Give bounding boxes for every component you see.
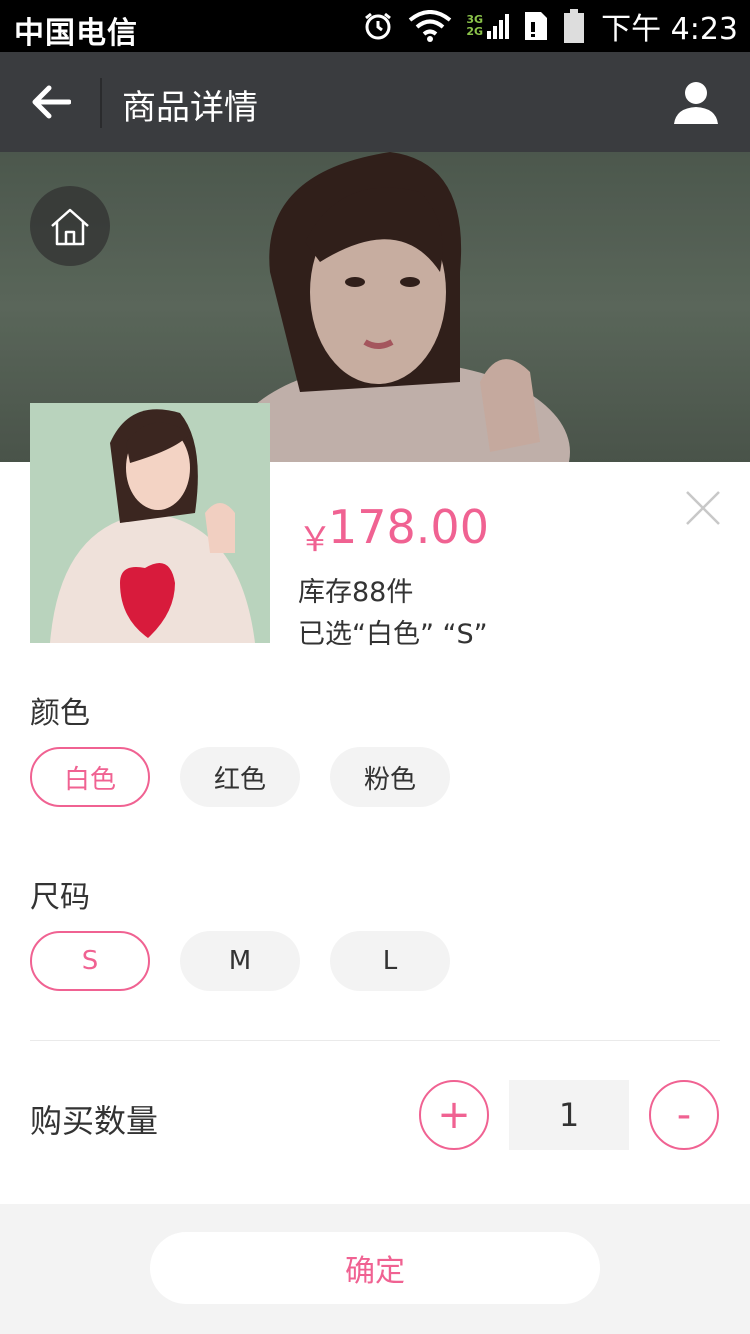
back-button[interactable]: [24, 77, 78, 127]
color-option-white[interactable]: 白色: [30, 747, 150, 807]
nav-divider: [100, 78, 102, 128]
selected-spec-text: 已选“白色” “S”: [298, 619, 488, 650]
nav-bar: 商品详情: [0, 52, 750, 152]
quantity-plus-button[interactable]: +: [419, 1080, 489, 1150]
sim-icon: [523, 10, 549, 42]
close-button[interactable]: [683, 488, 723, 528]
quantity-value[interactable]: 1: [509, 1080, 629, 1150]
home-icon: [51, 208, 89, 246]
user-button[interactable]: [672, 78, 720, 126]
size-option-s[interactable]: S: [30, 931, 150, 991]
price-currency: ￥: [298, 520, 332, 560]
color-option-pink[interactable]: 粉色: [330, 747, 450, 807]
price-value: 178.00: [328, 500, 489, 554]
network-2g-label: 2G: [466, 25, 484, 38]
wifi-icon: [408, 10, 452, 42]
alarm-icon: [362, 10, 394, 42]
size-section-title: 尺码: [30, 880, 90, 915]
color-option-red[interactable]: 红色: [180, 747, 300, 807]
close-icon: [686, 491, 720, 525]
signal-icon: 3G 2G: [466, 13, 510, 39]
page-title: 商品详情: [122, 88, 258, 128]
status-time: 下午 4:23: [601, 12, 738, 47]
size-option-l[interactable]: L: [330, 931, 450, 991]
size-option-m[interactable]: M: [180, 931, 300, 991]
arrow-left-icon: [32, 85, 71, 119]
quantity-minus-button[interactable]: -: [649, 1080, 719, 1150]
status-icons: 3G 2G 下午 4:23: [348, 6, 738, 47]
color-section-title: 颜色: [30, 696, 90, 731]
confirm-button[interactable]: 确定: [150, 1232, 600, 1304]
battery-icon: [563, 9, 585, 43]
carrier-name: 中国电信: [14, 16, 138, 51]
section-divider: [30, 1040, 720, 1041]
status-bar: 中国电信 3G 2G 下午 4:23: [0, 0, 750, 52]
thumbnail-illustration: [30, 403, 270, 643]
user-icon: [674, 82, 718, 124]
home-button[interactable]: [30, 186, 110, 266]
product-thumbnail: [30, 403, 270, 643]
stock-text: 库存88件: [298, 577, 414, 608]
quantity-label: 购买数量: [30, 1102, 159, 1140]
